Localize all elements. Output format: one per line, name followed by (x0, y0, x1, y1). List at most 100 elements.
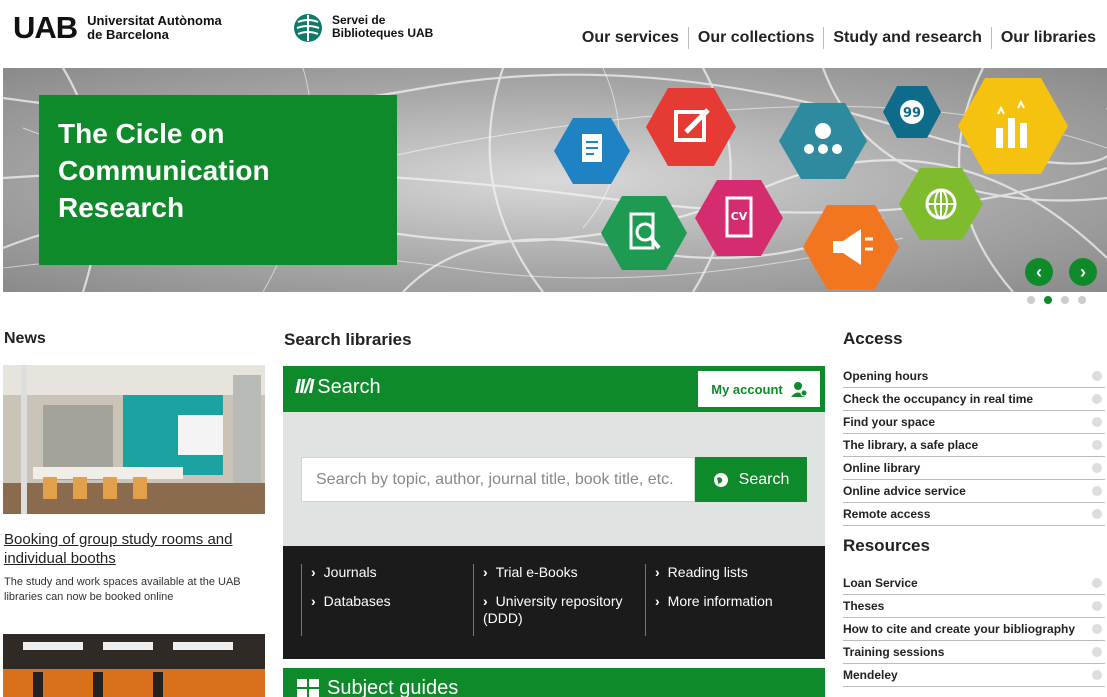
hero-title-line1: The Cicle on (58, 118, 225, 149)
link-university-repository[interactable]: › University repository (DDD) (483, 593, 633, 627)
hero-carousel[interactable]: The Cicle on Communication Research 99 C… (3, 68, 1107, 292)
uab-logo-text: Universitat Autònoma de Barcelona (87, 14, 222, 42)
link-reading-lists[interactable]: › Reading lists (655, 564, 815, 581)
megaphone-hex-icon (803, 205, 899, 289)
access-item-label: Opening hours (843, 369, 929, 383)
search-button[interactable]: Search (695, 457, 807, 502)
access-item-find-space[interactable]: Find your space (843, 411, 1105, 434)
carousel-dot-4[interactable] (1078, 296, 1086, 304)
resource-item-theses[interactable]: Theses (843, 595, 1105, 618)
search-links-panel: › Journals › Databases › Trial e-Books › Uni… (283, 546, 825, 659)
access-item-remote-access[interactable]: Remote access (843, 503, 1105, 526)
access-item-label: The library, a safe place (843, 438, 979, 452)
access-item-label: Remote access (843, 507, 931, 521)
uab-logo[interactable]: UAB Universitat Autònoma de Barcelona (13, 12, 222, 44)
study-room-photo (3, 365, 265, 514)
search-brand: II/I Search (295, 376, 381, 399)
circle-bullet-icon (1092, 601, 1102, 611)
uab-logo-line1: Universitat Autònoma (87, 13, 222, 28)
nav-our-libraries[interactable]: Our libraries (990, 27, 1105, 49)
access-item-label: Find your space (843, 415, 936, 429)
circle-bullet-icon (1092, 509, 1102, 519)
link-journals-label: Journals (323, 564, 377, 580)
access-list: Opening hours Check the occupancy in rea… (843, 365, 1105, 526)
access-item-online-library[interactable]: Online library (843, 457, 1105, 480)
access-item-occupancy[interactable]: Check the occupancy in real time (843, 388, 1105, 411)
resource-item-loan-service[interactable]: Loan Service (843, 572, 1105, 595)
news-image-second[interactable] (3, 634, 265, 697)
link-journals[interactable]: › Journals (311, 564, 461, 581)
chart-stars-hex-icon (958, 78, 1068, 174)
news-image-study-room[interactable] (3, 365, 265, 514)
uab-logo-mark: UAB (13, 10, 78, 45)
resource-item-cite-bibliography[interactable]: How to cite and create your bibliography (843, 618, 1105, 641)
search-section-title: Search libraries (284, 330, 412, 349)
resource-item-mendeley[interactable]: Mendeley (843, 664, 1105, 687)
subject-guides-label: Subject guides (327, 676, 459, 697)
my-account-button[interactable]: My account (698, 371, 820, 407)
document-hex-icon (554, 118, 630, 184)
nav-study-and-research[interactable]: Study and research (823, 27, 991, 49)
resources-list: Loan Service Theses How to cite and crea… (843, 572, 1105, 687)
search-input[interactable]: Search by topic, author, journal title, … (301, 457, 695, 502)
news-item-description: The study and work spaces available at t… (4, 576, 241, 603)
carousel-dot-1[interactable] (1027, 296, 1035, 304)
link-trial-ebooks[interactable]: › Trial e-Books (483, 564, 633, 581)
link-more-information[interactable]: › More information (655, 593, 815, 610)
circle-bullet-icon (1092, 486, 1102, 496)
access-item-safe-place[interactable]: The library, a safe place (843, 434, 1105, 457)
resource-item-training-sessions[interactable]: Training sessions (843, 641, 1105, 664)
svg-text:99: 99 (903, 106, 921, 121)
library-photo (3, 634, 265, 697)
chevron-right-icon: › (311, 564, 316, 580)
circle-bullet-icon (1092, 371, 1102, 381)
access-item-online-advice[interactable]: Online advice service (843, 480, 1105, 503)
nav-our-services[interactable]: Our services (573, 27, 688, 49)
library-service-line2: Biblioteques UAB (332, 26, 434, 40)
subject-guides-bar[interactable]: Subject guides (283, 668, 825, 697)
access-title: Access (843, 329, 903, 348)
grid-icon (297, 679, 319, 697)
resource-item-label: Theses (843, 599, 885, 613)
resources-title: Resources (843, 536, 930, 555)
link-trial-ebooks-label: Trial e-Books (495, 564, 578, 580)
access-item-opening-hours[interactable]: Opening hours (843, 365, 1105, 388)
chat-hex-icon: 99 (883, 86, 941, 138)
hero-title-box[interactable]: The Cicle on Communication Research (39, 95, 397, 265)
links-column-3: › Reading lists › More information (645, 564, 815, 636)
link-more-information-label: More information (667, 593, 773, 609)
search-button-label: Search (738, 470, 790, 488)
news-item-title-link[interactable]: Booking of group study rooms and individ… (4, 530, 266, 568)
carousel-dots (1027, 296, 1086, 304)
search-logo-icon: II/I (295, 376, 314, 398)
user-icon (790, 382, 807, 397)
circle-bullet-icon (1092, 624, 1102, 634)
carousel-next-button[interactable]: › (1069, 258, 1097, 286)
access-item-label: Online library (843, 461, 921, 475)
carousel-dot-3[interactable] (1061, 296, 1069, 304)
chevron-right-icon: › (311, 593, 316, 609)
carousel-prev-button[interactable]: ‹ (1025, 258, 1053, 286)
nav-our-collections[interactable]: Our collections (687, 27, 823, 49)
link-university-repository-label: University repository (DDD) (483, 593, 623, 626)
carousel-dot-2[interactable] (1044, 296, 1052, 304)
links-column-2: › Trial e-Books › University repository (D… (473, 564, 633, 636)
resource-item-label: How to cite and create your bibliography (843, 622, 1076, 636)
search-panel: II/I Search My account Search by topic, … (283, 366, 825, 546)
library-service-text: Servei de Biblioteques UAB (332, 14, 433, 40)
resource-item-label: Mendeley (843, 668, 898, 682)
chevron-right-icon: › (483, 564, 488, 580)
circle-bullet-icon (1092, 417, 1102, 427)
chevron-right-icon: › (655, 564, 660, 580)
search-header-bar: II/I Search My account (283, 366, 825, 412)
search-brand-label: Search (317, 376, 381, 398)
circle-bullet-icon (1092, 578, 1102, 588)
link-databases[interactable]: › Databases (311, 593, 461, 610)
my-account-label: My account (711, 381, 783, 397)
chevron-right-icon: › (483, 593, 488, 609)
circle-bullet-icon (1092, 647, 1102, 657)
library-service-logo[interactable]: Servei de Biblioteques UAB (292, 12, 433, 44)
svg-text:CV: CV (731, 210, 748, 223)
library-globe-icon (294, 14, 322, 42)
news-title: News (4, 330, 46, 347)
